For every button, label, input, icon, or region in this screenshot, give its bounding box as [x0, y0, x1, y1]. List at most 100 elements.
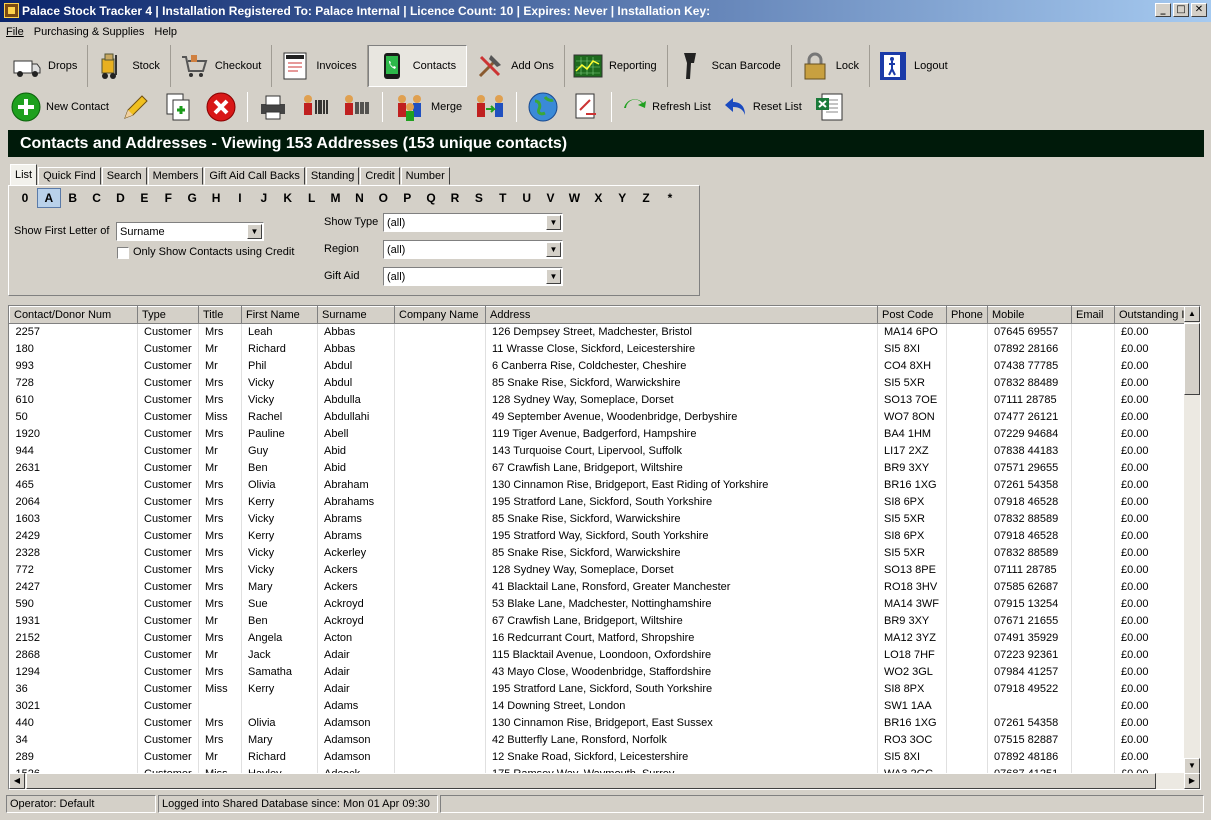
scroll-down-icon[interactable]: ▼: [1184, 758, 1200, 774]
chevron-down-icon[interactable]: ▼: [247, 224, 262, 239]
excel-export-button[interactable]: [812, 92, 846, 122]
letter-button[interactable]: U: [515, 188, 539, 208]
column-header[interactable]: Company Name: [394, 306, 486, 324]
table-row[interactable]: 440 Customer Mrs Olivia Adamson 130 Cinnamon …: [9, 714, 1186, 732]
stock-button[interactable]: Stock: [88, 45, 171, 87]
column-header[interactable]: First Name: [241, 306, 318, 324]
invoices-button[interactable]: Invoices: [272, 45, 368, 87]
letter-button[interactable]: X: [586, 188, 610, 208]
table-row[interactable]: 36 Customer Miss Kerry Adair 195 Stratford La…: [9, 680, 1186, 698]
tab-members[interactable]: Members: [147, 167, 204, 185]
letter-button[interactable]: H: [204, 188, 228, 208]
maximize-button[interactable]: □: [1173, 3, 1189, 17]
letter-button[interactable]: K: [276, 188, 300, 208]
logout-button[interactable]: Logout: [870, 45, 958, 87]
export-button[interactable]: [569, 92, 603, 122]
table-row[interactable]: 2631 Customer Mr Ben Abid 67 Crawfish Lane, B…: [9, 459, 1186, 477]
tab-quick-find[interactable]: Quick Find: [38, 167, 101, 185]
first-letter-select[interactable]: Surname ▼: [116, 222, 264, 241]
letter-button[interactable]: A: [36, 188, 61, 208]
labels-button[interactable]: [298, 92, 332, 122]
table-row[interactable]: 728 Customer Mrs Vicky Abdul 85 Snake Rise, S…: [9, 374, 1186, 392]
delete-button[interactable]: [203, 91, 239, 123]
table-row[interactable]: 610 Customer Mrs Vicky Abdulla 128 Sydney Way…: [9, 391, 1186, 409]
vertical-scrollbar[interactable]: ▲ ▼: [1184, 306, 1200, 774]
column-header[interactable]: Type: [137, 306, 199, 324]
h-scroll-thumb[interactable]: [26, 773, 1156, 789]
table-row[interactable]: 289 Customer Mr Richard Adamson 12 Snake Road…: [9, 748, 1186, 766]
chevron-down-icon[interactable]: ▼: [546, 269, 561, 284]
letter-button[interactable]: C: [85, 188, 109, 208]
table-row[interactable]: 1294 Customer Mrs Samatha Adair 43 Mayo Close…: [9, 663, 1186, 681]
minimize-button[interactable]: _: [1155, 3, 1171, 17]
gift-aid-select[interactable]: (all) ▼: [383, 267, 563, 286]
scan-barcode-button[interactable]: Scan Barcode: [668, 45, 792, 87]
column-header[interactable]: Post Code: [877, 306, 947, 324]
column-header[interactable]: Mobile: [987, 306, 1072, 324]
letter-button[interactable]: F: [156, 188, 180, 208]
scroll-thumb[interactable]: [1184, 323, 1200, 395]
table-row[interactable]: 772 Customer Mrs Vicky Ackers 128 Sydney Way,…: [9, 561, 1186, 579]
letter-button[interactable]: *: [658, 188, 682, 208]
refresh-list-button[interactable]: Refresh List: [620, 94, 713, 120]
horizontal-scrollbar[interactable]: ◀ ▶: [9, 773, 1200, 789]
contacts-button[interactable]: Contacts: [367, 45, 468, 87]
tab-list[interactable]: List: [10, 164, 38, 185]
add-ons-button[interactable]: Add Ons: [467, 45, 565, 87]
show-type-select[interactable]: (all) ▼: [383, 213, 563, 232]
letter-button[interactable]: W: [562, 188, 586, 208]
drops-button[interactable]: Drops: [4, 45, 89, 87]
letter-button[interactable]: O: [371, 188, 395, 208]
barcode-button[interactable]: [340, 92, 374, 122]
table-row[interactable]: 2328 Customer Mrs Vicky Ackerley 85 Snake Ris…: [9, 544, 1186, 562]
table-row[interactable]: 180 Customer Mr Richard Abbas 11 Wrasse Close…: [9, 340, 1186, 358]
table-row[interactable]: 2064 Customer Mrs Kerry Abrahams 195 Stratfor…: [9, 493, 1186, 511]
web-button[interactable]: [525, 91, 561, 123]
table-row[interactable]: 993 Customer Mr Phil Abdul 6 Canberra Rise, C…: [9, 357, 1186, 375]
letter-button[interactable]: B: [61, 188, 85, 208]
letter-button[interactable]: D: [109, 188, 133, 208]
merge-button[interactable]: Merge: [391, 92, 464, 122]
letter-button[interactable]: P: [395, 188, 419, 208]
column-header[interactable]: Outstanding I: [1114, 306, 1186, 324]
close-button[interactable]: ✕: [1191, 3, 1207, 17]
reporting-button[interactable]: Reporting: [565, 45, 668, 87]
column-header[interactable]: Contact/Donor Num: [9, 306, 138, 324]
letter-button[interactable]: I: [228, 188, 252, 208]
scroll-up-icon[interactable]: ▲: [1184, 306, 1200, 322]
letter-button[interactable]: Y: [610, 188, 634, 208]
reset-list-button[interactable]: Reset List: [721, 94, 804, 120]
table-row[interactable]: 34 Customer Mrs Mary Adamson 42 Butterfly Lan…: [9, 731, 1186, 749]
column-header[interactable]: Address: [485, 306, 878, 324]
letter-button[interactable]: S: [467, 188, 491, 208]
letter-button[interactable]: Z: [634, 188, 658, 208]
column-header[interactable]: Surname: [317, 306, 395, 324]
table-row[interactable]: 944 Customer Mr Guy Abid 143 Turquoise Court,…: [9, 442, 1186, 460]
table-row[interactable]: 3021 Customer Adams 14 Downing Street, Lond…: [9, 697, 1186, 715]
tab-gift-aid-call-backs[interactable]: Gift Aid Call Backs: [204, 167, 305, 185]
tab-standing[interactable]: Standing: [305, 167, 360, 185]
edit-button[interactable]: [119, 92, 153, 122]
letter-button[interactable]: L: [300, 188, 324, 208]
scroll-right-icon[interactable]: ▶: [1184, 773, 1200, 789]
table-row[interactable]: 465 Customer Mrs Olivia Abraham 130 Cinnamon …: [9, 476, 1186, 494]
tab-credit[interactable]: Credit: [360, 167, 400, 185]
column-header[interactable]: Title: [198, 306, 242, 324]
table-row[interactable]: 1931 Customer Mr Ben Ackroyd 67 Crawfish Lane…: [9, 612, 1186, 630]
letter-button[interactable]: J: [252, 188, 276, 208]
table-row[interactable]: 2427 Customer Mrs Mary Ackers 41 Blacktail La…: [9, 578, 1186, 596]
tab-search[interactable]: Search: [101, 167, 147, 185]
menu-purchasing[interactable]: Purchasing & Supplies: [34, 26, 145, 38]
scroll-left-icon[interactable]: ◀: [9, 773, 25, 789]
letter-button[interactable]: M: [324, 188, 348, 208]
letter-button[interactable]: Q: [419, 188, 443, 208]
letter-button[interactable]: G: [180, 188, 204, 208]
table-row[interactable]: 1920 Customer Mrs Pauline Abell 119 Tiger Ave…: [9, 425, 1186, 443]
table-row[interactable]: 590 Customer Mrs Sue Ackroyd 53 Blake Lane, M…: [9, 595, 1186, 613]
table-row[interactable]: 2429 Customer Mrs Kerry Abrams 195 Stratford …: [9, 527, 1186, 545]
letter-button[interactable]: E: [132, 188, 156, 208]
print-button[interactable]: [256, 92, 290, 122]
column-header[interactable]: Phone: [946, 306, 988, 324]
menu-file[interactable]: File: [6, 26, 24, 38]
letter-button[interactable]: T: [491, 188, 515, 208]
